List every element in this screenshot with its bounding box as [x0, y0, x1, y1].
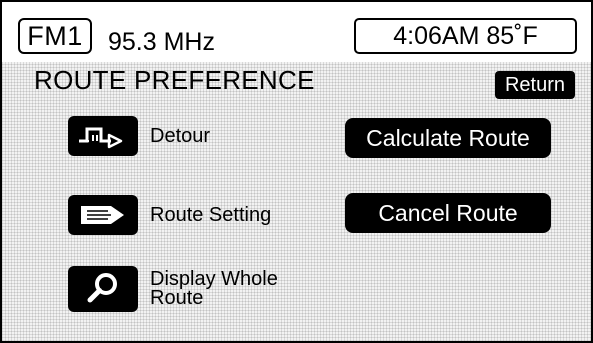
radio-frequency: 95.3 MHz — [108, 28, 215, 56]
route-setting-option[interactable]: Route Setting — [68, 195, 271, 235]
route-setting-label: Route Setting — [150, 204, 272, 226]
detour-option[interactable]: Detour — [68, 116, 210, 156]
clock-temperature: 4:06AM 85˚F — [354, 18, 577, 54]
detour-label: Detour — [150, 125, 211, 147]
route-setting-arrow-icon[interactable] — [68, 195, 138, 235]
detour-icon[interactable] — [68, 116, 138, 156]
radio-band-button[interactable]: FM1 — [18, 18, 92, 54]
return-button[interactable]: Return — [495, 71, 575, 99]
cancel-route-button[interactable]: Cancel Route — [345, 193, 551, 233]
page-title: ROUTE PREFERENCE — [34, 65, 315, 95]
status-bar: FM1 95.3 MHz 4:06AM 85˚F — [2, 2, 591, 62]
route-preference-screen: FM1 95.3 MHz 4:06AM 85˚F ROUTE PREFERENC… — [0, 0, 593, 343]
calculate-route-button[interactable]: Calculate Route — [345, 118, 551, 158]
display-whole-route-option[interactable]: Display Whole Route — [68, 266, 300, 312]
display-whole-route-label: Display Whole Route — [150, 268, 278, 309]
magnifier-icon[interactable] — [68, 266, 138, 312]
